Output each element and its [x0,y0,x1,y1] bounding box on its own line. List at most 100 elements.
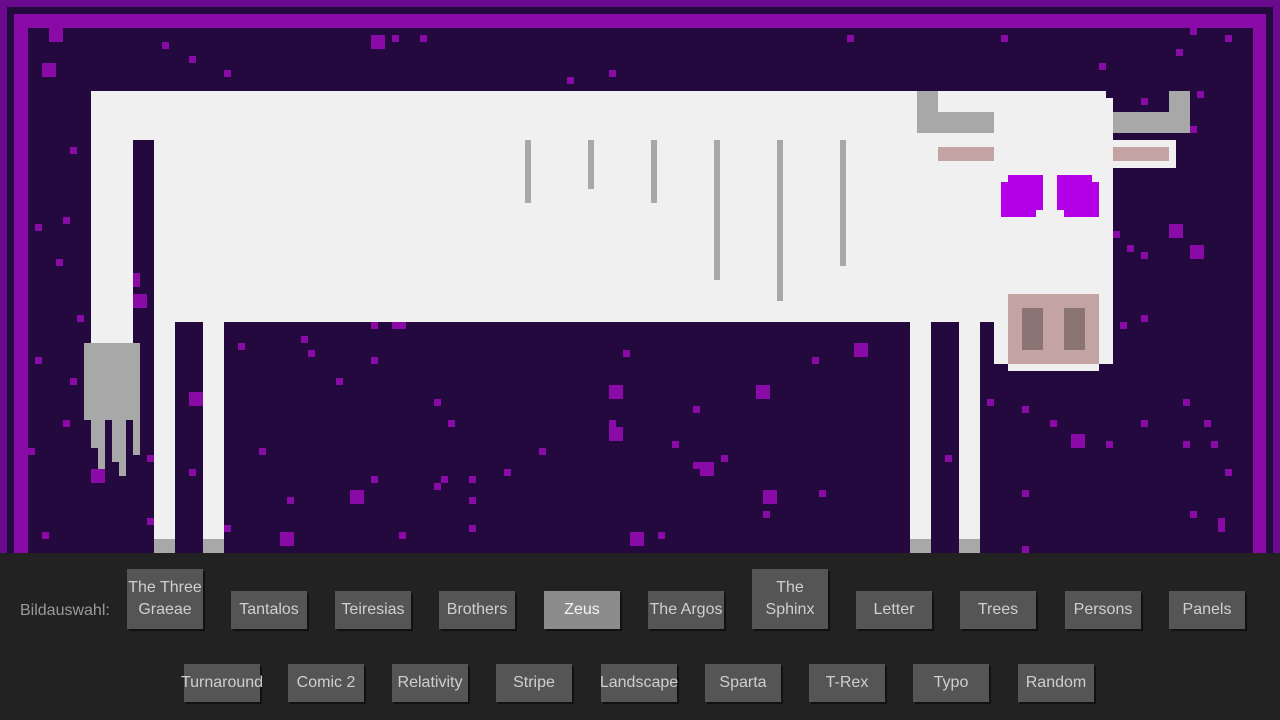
select-button-comic-2[interactable]: Comic 2 [288,664,364,702]
star-speck [763,490,777,504]
select-button-landscape[interactable]: Landscape [600,664,678,702]
tail-strand [133,420,140,455]
star-speck [812,357,819,364]
star-speck [609,70,616,77]
star-speck [504,469,511,476]
star-speck [259,448,266,455]
star-speck [336,378,343,385]
image-selector-panel: Bildauswahl: The Three Graeae Tantalos T… [0,553,1280,720]
bull-hoof [959,539,980,553]
select-button-tantalos[interactable]: Tantalos [231,591,307,629]
star-speck [1204,420,1211,427]
star-speck [1225,469,1232,476]
star-speck [1001,35,1008,42]
star-speck [49,28,63,42]
star-speck [91,469,105,483]
select-button-teiresias[interactable]: Teiresias [335,591,411,629]
star-speck [1225,35,1232,42]
star-speck [147,455,154,462]
star-speck [371,322,378,329]
star-speck [1190,245,1204,259]
star-speck [1141,315,1148,322]
bull-rib [840,140,846,266]
star-speck [1127,245,1134,252]
star-speck [1106,441,1113,448]
star-speck [434,399,441,406]
star-speck [42,532,49,539]
select-button-stripe[interactable]: Stripe [496,664,572,702]
pixel-artwork [0,0,1280,553]
bull-ear-left [938,147,994,161]
select-button-panels[interactable]: Panels [1169,591,1245,629]
star-speck [35,357,42,364]
star-speck [819,490,826,497]
select-button-zeus[interactable]: Zeus [544,591,620,629]
select-button-sparta[interactable]: Sparta [705,664,781,702]
select-button-letter[interactable]: Letter [856,591,932,629]
select-button-persons[interactable]: Persons [1065,591,1141,629]
star-speck [539,448,546,455]
star-speck [189,56,196,63]
star-speck [1183,441,1190,448]
star-speck [609,427,623,441]
star-speck [189,469,196,476]
star-speck [1022,546,1029,553]
bull-leg [910,322,931,553]
star-speck [1183,399,1190,406]
star-speck [1141,420,1148,427]
select-button-the-argos[interactable]: The Argos [648,591,724,629]
tail-strand [112,420,119,462]
image-selection-label: Bildauswahl: [20,602,110,619]
star-speck [371,357,378,364]
tail-strand [119,420,126,476]
select-button-trees[interactable]: Trees [960,591,1036,629]
star-speck [1141,98,1148,105]
star-speck [133,294,147,308]
star-speck [70,147,77,154]
star-speck [420,35,427,42]
star-speck [434,483,441,490]
bull-nostril-right [1064,308,1085,350]
bull-hoof [203,539,224,553]
star-speck [301,336,308,343]
star-speck [1176,49,1183,56]
star-speck [1218,518,1225,532]
star-speck [350,490,364,504]
star-speck [280,532,294,546]
star-speck [1113,231,1120,238]
star-speck [847,35,854,42]
star-speck [224,70,231,77]
star-speck [70,378,77,385]
select-button-the-sphinx[interactable]: The Sphinx [752,569,828,629]
star-speck [630,532,644,546]
star-speck [1050,420,1057,427]
select-button-relativity[interactable]: Relativity [392,664,468,702]
bull-rib [714,140,720,280]
star-speck [1141,252,1148,259]
select-button-brothers[interactable]: Brothers [439,591,515,629]
bull-leg [203,322,224,553]
star-speck [700,462,714,476]
bull-rib [651,140,657,203]
star-speck [854,343,868,357]
star-speck [308,350,315,357]
select-button-t-rex[interactable]: T-Rex [809,664,885,702]
select-button-random[interactable]: Random [1018,664,1094,702]
star-speck [63,217,70,224]
star-speck [162,42,169,49]
select-button-turnaround[interactable]: Turnaround [181,664,263,702]
star-speck [56,259,63,266]
star-speck [1190,126,1197,133]
select-button-typo[interactable]: Typo [913,664,989,702]
star-speck [147,518,154,525]
bull-hoof [154,539,175,553]
star-speck [35,224,42,231]
star-speck [441,476,448,483]
bull-eye-right-bottom [1064,182,1099,217]
star-speck [1197,91,1204,98]
star-speck [28,448,35,455]
bull-rib [525,140,531,203]
select-button-the-three-graeae[interactable]: The Three Graeae [127,569,203,629]
bull-rib [588,140,594,189]
star-speck [721,455,728,462]
